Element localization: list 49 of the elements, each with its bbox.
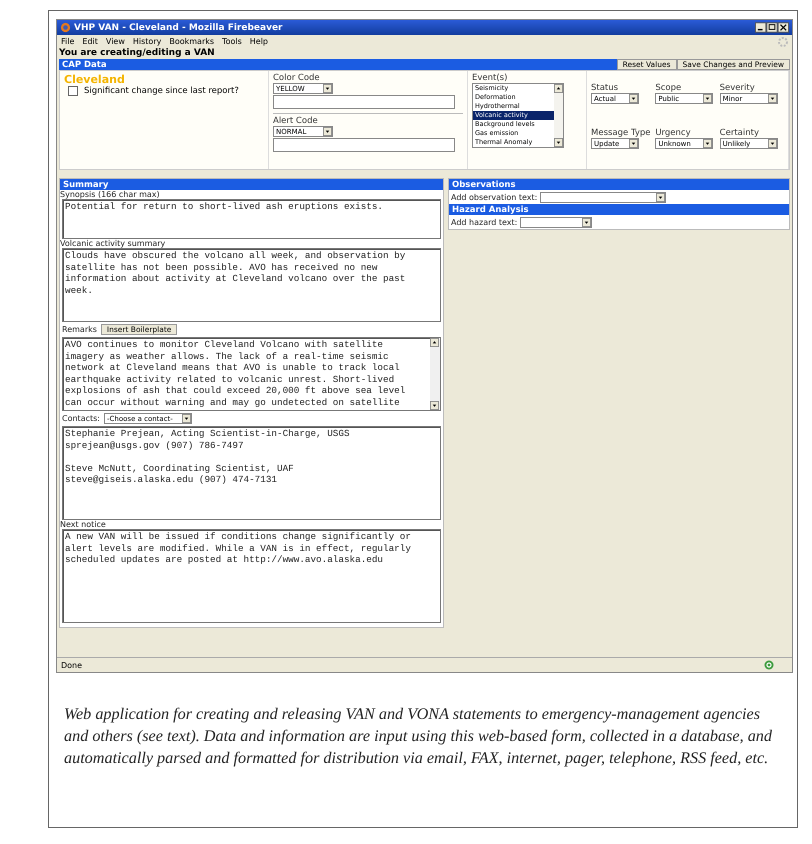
- menu-item[interactable]: Help: [250, 37, 268, 46]
- field-label: Next notice: [60, 520, 107, 529]
- fox-icon: [60, 22, 71, 33]
- check-circle-icon: [764, 660, 774, 670]
- input-field[interactable]: [273, 95, 455, 109]
- section-title: Observations: [452, 180, 516, 190]
- next-notice-textarea[interactable]: A new VAN will be issued if conditions change significantly or alert levels are modified. While a VAN is in effect, regularly scheduled updates are posted at http://www.avo.alaska.edu: [62, 529, 441, 623]
- menu-item[interactable]: File: [61, 37, 74, 46]
- menu-item[interactable]: Edit: [82, 37, 98, 46]
- field-label: Contacts:: [62, 414, 100, 423]
- page-heading: You are creating/editing a VAN: [59, 48, 216, 59]
- scrollbar[interactable]: [430, 338, 440, 410]
- activity-textarea[interactable]: Clouds have obscured the volcano all week, and observation by satellite has not been possible. AVO has received no new information about activity at Cleveland volcano over the past week.: [62, 248, 441, 322]
- scroll-up-icon[interactable]: [554, 84, 563, 93]
- throbber-icon: [778, 36, 788, 46]
- figure-caption: Web application for creating and releasing VAN and VONA statements to emergency-management agencies and others (see text). Data and information are input using this web-based form, collected in a database, and automatically parsed and formatted for distribution via email, FAX, internet, pager, telephone, RSS feed, etc.: [64, 704, 773, 769]
- section-title: Summary: [63, 180, 108, 190]
- menu-item[interactable]: Bookmarks: [169, 37, 214, 46]
- field-label: Color Code: [273, 73, 321, 83]
- input-field[interactable]: [273, 138, 455, 152]
- status-text: Done: [61, 660, 82, 670]
- field-label: Certainty: [720, 128, 760, 138]
- field-label: Urgency: [655, 128, 692, 138]
- scroll-up-icon[interactable]: [430, 338, 439, 347]
- field-label: Volcanic activity summary: [60, 239, 166, 248]
- field-label: Add observation text:: [451, 192, 538, 202]
- field-label: Status: [591, 83, 620, 93]
- checkbox[interactable]: [68, 86, 78, 96]
- field-label: Remarks: [62, 325, 97, 334]
- field-label: Severity: [720, 83, 756, 93]
- checkbox-label: Significant change since last report?: [84, 86, 239, 96]
- contacts-textarea[interactable]: Stephanie Prejean, Acting Scientist-in-Charge, USGS sprejean@usgs.gov (907) 786-7497 Steve McNutt, Coordinating Scientist, UAF steve@giseis.alaska.edu (907) 474-7131: [62, 426, 441, 520]
- window-controls-icon[interactable]: [755, 22, 789, 33]
- menu-item[interactable]: Tools: [222, 37, 242, 46]
- synopsis-textarea[interactable]: Potential for return to short-lived ash eruptions exists.: [62, 199, 441, 239]
- field-label: Scope: [655, 83, 682, 93]
- menu-item[interactable]: View: [106, 37, 125, 46]
- section-title: CAP Data: [62, 60, 107, 70]
- scroll-down-icon[interactable]: [430, 401, 439, 410]
- field-label: Alert Code: [273, 116, 319, 126]
- window-title: VHP VAN - Cleveland - Mozilla Firebeaver: [74, 22, 284, 32]
- remarks-textarea[interactable]: AVO continues to monitor Cleveland Volcano with satellite imagery as weather allows. The lack of a real-time seismic network at Cleveland means that AVO is unable to track local earthquake activity related to volcanic unrest. Short-lived explosions of ash that could exceed 20,000 ft above sea level can occur without warning and may go undetected on satellite: [62, 337, 441, 411]
- field-label: Synopsis (166 char max): [60, 190, 161, 199]
- field-label: Add hazard text:: [451, 218, 518, 226]
- field-label: Message Type: [591, 128, 652, 138]
- volcano-name: Cleveland: [64, 73, 126, 86]
- field-label: Event(s): [472, 73, 508, 83]
- section-title: Hazard Analysis: [452, 204, 529, 214]
- menu-item[interactable]: History: [132, 37, 162, 46]
